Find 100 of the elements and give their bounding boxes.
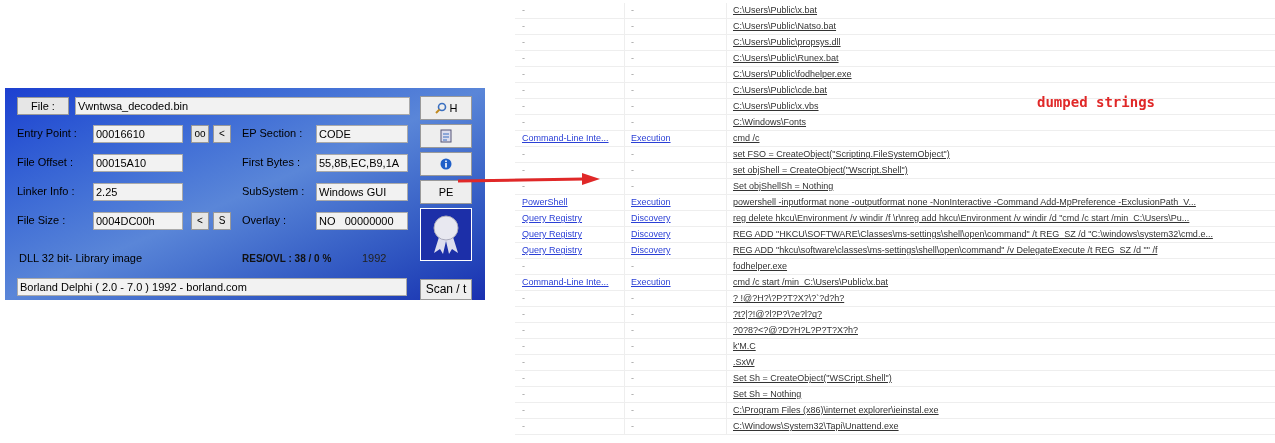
search-button[interactable]: H	[420, 96, 472, 120]
table-cell: -	[625, 322, 727, 339]
small-button[interactable]: <	[191, 211, 209, 230]
table-cell: -	[515, 50, 625, 67]
technique-link[interactable]: Command-Line Inte...	[515, 130, 625, 147]
value-field[interactable]: 2.25	[93, 182, 183, 201]
table-cell: -	[515, 306, 625, 323]
table-cell: -	[625, 386, 727, 403]
string-cell-text: cmd /c	[732, 134, 760, 143]
tactic-link[interactable]: Discovery	[625, 242, 727, 259]
field-label: File Size :	[17, 213, 67, 229]
string-cell-text: Set Sh = CreateObject("WSCript.Shell")	[732, 374, 892, 383]
string-cell-text: REG ADD "HKCU\SOFTWARE\Classes\ms-settings\shell\open\command" /t REG_SZ /d "C:\windows\system32\cmd.e...	[732, 230, 1213, 239]
tactic-link[interactable]: Discovery	[625, 210, 727, 227]
table-cell: -	[515, 402, 625, 419]
table-cell: -	[515, 258, 625, 275]
string-cell-text: reg delete hkcu\Environment /v windir /f \r\nreg add hkcu\Environment /v windir /d "cmd /c start /min C:\Users\Pu...	[732, 214, 1190, 223]
table-cell: -	[625, 338, 727, 355]
table-cell: -	[625, 82, 727, 99]
string-cell-text: C:\Users\Public\Runex.bat	[732, 54, 839, 63]
technique-link[interactable]: Query Registry	[515, 226, 625, 243]
table-cell: -	[625, 354, 727, 371]
table-cell: -	[515, 98, 625, 115]
table-cell: -	[625, 146, 727, 163]
string-cell-text: C:\Windows\Fonts	[732, 118, 807, 127]
ribbon-badge-icon	[431, 213, 461, 256]
value-field[interactable]: 0004DC00h	[93, 211, 183, 230]
value-field[interactable]: 00015A10	[93, 153, 183, 172]
table-cell: -	[625, 178, 727, 195]
string-cell-text: C:\Users\Public\propsys.dll	[732, 38, 841, 47]
table-cell: -	[515, 18, 625, 35]
pe-button[interactable]: PE	[420, 180, 472, 204]
table-cell: -	[625, 98, 727, 115]
table-cell: -	[515, 322, 625, 339]
table-cell: -	[625, 162, 727, 179]
search-icon	[434, 102, 447, 114]
string-cell-text: C:\Program Files (x86)\internet explorer\ieinstal.exe	[732, 406, 939, 415]
table-cell: -	[515, 338, 625, 355]
table-cell: -	[515, 418, 625, 435]
year-text: 1992	[362, 250, 387, 266]
value-field[interactable]: CODE	[316, 124, 408, 143]
table-cell: -	[625, 418, 727, 435]
string-cell-text: ?0?8?<?@?D?H?L?P?T?X?h?	[732, 326, 858, 335]
string-cell-text: Set Sh = Nothing	[732, 390, 802, 399]
value-field[interactable]: 55,8B,EC,B9,1A	[316, 153, 408, 172]
value-field[interactable]: 00016610	[93, 124, 183, 143]
certificate-button[interactable]	[420, 208, 472, 261]
file-button[interactable]: File :	[17, 97, 69, 115]
tactic-link[interactable]: Execution	[625, 194, 727, 211]
technique-link[interactable]: Query Registry	[515, 242, 625, 259]
scan-button[interactable]: Scan / t	[420, 278, 472, 300]
small-button[interactable]: <	[213, 124, 231, 143]
string-cell-text: C:\Windows\System32\Tapi\Unattend.exe	[732, 422, 899, 431]
technique-link[interactable]: PowerShell	[515, 194, 625, 211]
technique-link[interactable]: Command-Line Inte...	[515, 274, 625, 291]
field-label: EP Section :	[242, 126, 304, 142]
string-cell-text: fodhelper.exe	[732, 262, 788, 271]
string-cell-text: set objShell = CreateObject("Wscript.Shell")	[732, 166, 908, 175]
table-cell: -	[515, 66, 625, 83]
small-button[interactable]: S	[213, 211, 231, 230]
table-cell: -	[515, 354, 625, 371]
detection-result-field: Borland Delphi ( 2.0 - 7.0 ) 1992 - borland.com	[17, 278, 407, 296]
field-label: Linker Info :	[17, 184, 76, 200]
table-cell: -	[625, 370, 727, 387]
table-cell: -	[625, 66, 727, 83]
small-button[interactable]: oo	[191, 124, 209, 143]
value-field[interactable]: Windows GUI	[316, 182, 408, 201]
tactic-link[interactable]: Discovery	[625, 226, 727, 243]
string-cell-text: k'M.C	[732, 342, 756, 351]
resource-overlay-text: RES/OVL : 38 / 0 %	[242, 251, 333, 266]
field-label: File Offset :	[17, 155, 75, 171]
string-cell-text: ? !@?H?\?P?T?X?\?`?d?h?	[732, 294, 845, 303]
info-button[interactable]	[420, 152, 472, 176]
table-cell: -	[625, 306, 727, 323]
table-cell: -	[625, 34, 727, 51]
string-cell-text: ?t?|?!@?l?P?\?e?l?q?	[732, 310, 823, 319]
table-cell: -	[515, 34, 625, 51]
field-label: SubSystem :	[242, 184, 306, 200]
table-cell: -	[515, 386, 625, 403]
tactic-link[interactable]: Execution	[625, 274, 727, 291]
string-cell-text: C:\Users\Public\x.vbs	[732, 102, 819, 111]
string-cell-text: .SxW	[732, 358, 755, 367]
table-cell: -	[625, 2, 727, 19]
image-type-text: DLL 32 bit- Library image	[18, 250, 144, 266]
table-cell: -	[625, 402, 727, 419]
string-cell-text: REG ADD "hkcu\software\classes\ms-settings\shell\open\command" /v DelegateExecute /t REG_SZ /d "" /f	[732, 246, 1158, 255]
field-label: Entry Point :	[17, 126, 78, 142]
file-name-field[interactable]: Vwntwsa_decoded.bin	[75, 97, 410, 115]
table-cell: -	[625, 290, 727, 307]
tactic-link[interactable]: Execution	[625, 130, 727, 147]
value-field[interactable]: NO 00000000	[316, 211, 408, 230]
technique-link[interactable]: Query Registry	[515, 210, 625, 227]
string-cell-text: C:\Users\Public\Natso.bat	[732, 22, 837, 31]
string-cell-text: powershell -inputformat none -outputformat none -NonInteractive -Command Add-MpPreference -ExclusionPath V...	[732, 198, 1196, 207]
table-cell: -	[625, 114, 727, 131]
string-cell-text: cmd /c start /min C:\Users\Public\x.bat	[732, 278, 889, 287]
annotation-text: dumped strings	[1037, 93, 1155, 112]
table-cell: -	[515, 146, 625, 163]
table-cell: -	[515, 2, 625, 19]
field-label: Overlay :	[242, 213, 287, 229]
